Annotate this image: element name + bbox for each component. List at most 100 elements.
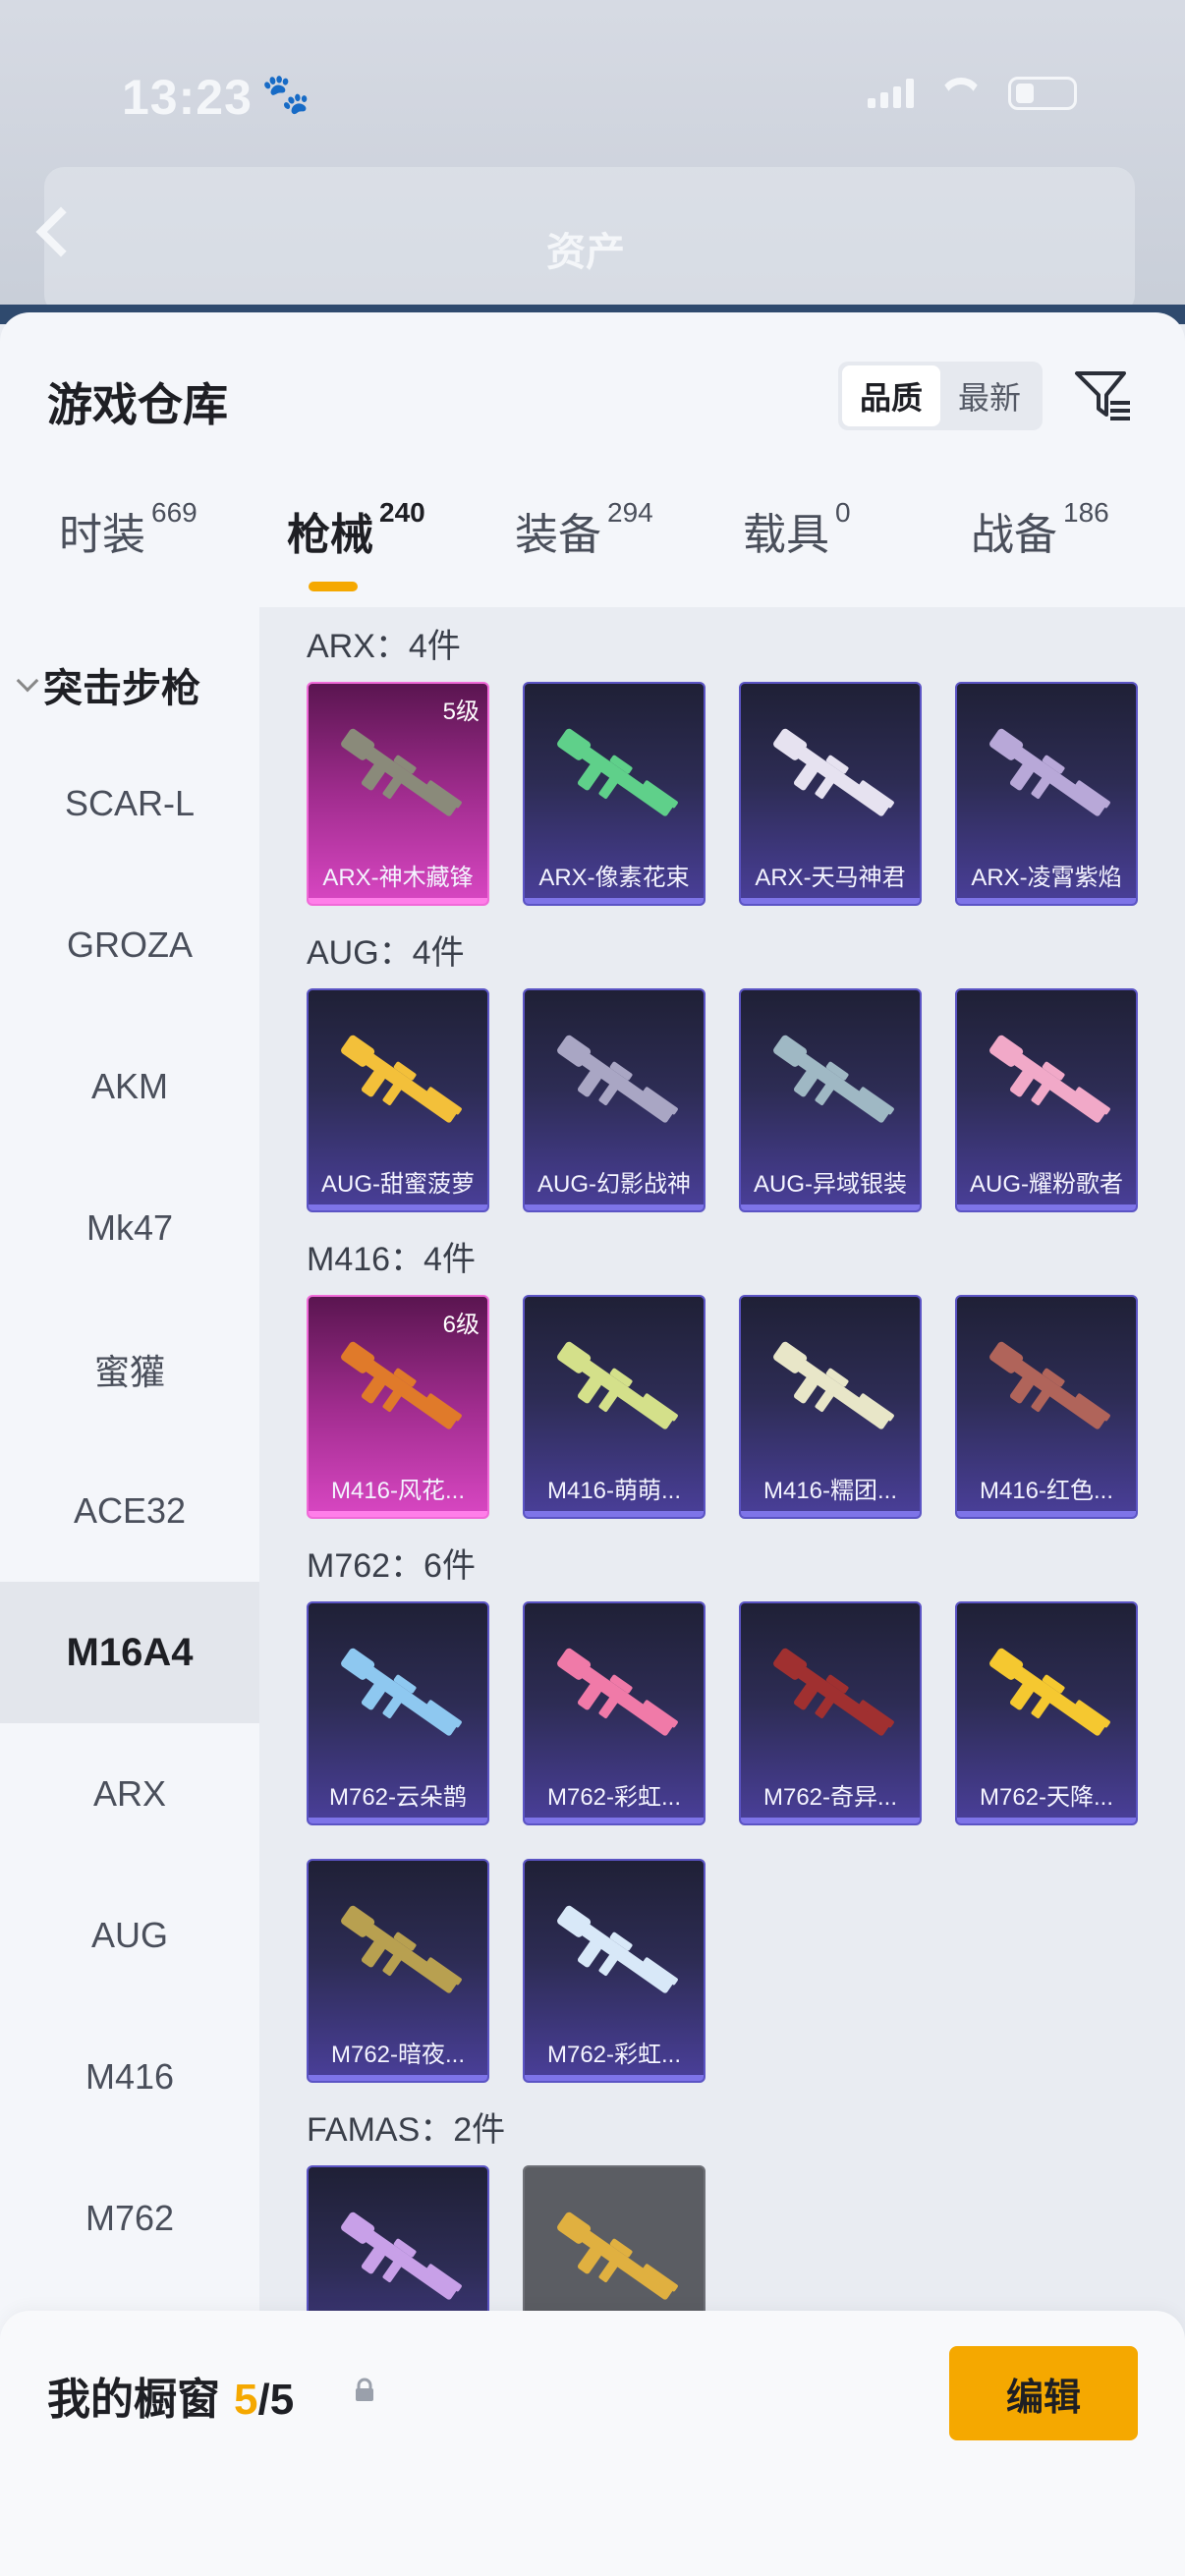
tab-equipment[interactable]: 装备 294 xyxy=(515,497,653,562)
sheet-title: 游戏仓库 xyxy=(47,379,228,430)
sort-quality[interactable]: 品质 xyxy=(842,365,940,426)
showcase-count: 5 xyxy=(234,2376,258,2424)
rifle-icon xyxy=(989,728,1110,816)
chevron-down-icon xyxy=(16,669,39,693)
skin-name: ARX-神木藏锋 xyxy=(322,865,474,891)
sidebar-item[interactable]: GROZA xyxy=(0,874,259,1016)
status-time: 13:23 xyxy=(122,70,253,125)
rifle-icon xyxy=(557,1905,678,1993)
tab-count: 294 xyxy=(607,497,653,528)
tab-count: 0 xyxy=(835,497,851,528)
sort-toggle: 品质 最新 xyxy=(838,362,1043,430)
sidebar-item[interactable]: M416 xyxy=(0,2006,259,2148)
skin-card[interactable]: AUG-幻影战神 xyxy=(523,988,705,1212)
skin-card[interactable]: M762-奇异... xyxy=(739,1601,922,1825)
skin-name: M416-萌萌... xyxy=(546,1478,682,1504)
section-header: FAMAS：2件 xyxy=(307,2111,506,2149)
edit-button[interactable]: 编辑 xyxy=(949,2346,1138,2440)
skin-card[interactable]: M762-彩虹... xyxy=(523,1859,705,2083)
sidebar-item[interactable]: 蜜獾 xyxy=(0,1299,259,1440)
skin-card[interactable]: 6级 M416-风花... xyxy=(307,1295,489,1519)
skin-name: M762-彩虹... xyxy=(546,2042,682,2068)
rifle-icon xyxy=(773,728,894,816)
skin-card[interactable]: M416-糯团... xyxy=(739,1295,922,1519)
skin-card[interactable]: ARX-凌霄紫焰 xyxy=(955,682,1138,906)
sidebar-item[interactable]: ACE32 xyxy=(0,1440,259,1582)
skin-name: M762-天降... xyxy=(979,1784,1114,1811)
tab-label: 装备 xyxy=(515,511,601,559)
tab-tactical[interactable]: 战备 186 xyxy=(971,497,1109,562)
grade-badge: 5级 xyxy=(442,699,480,725)
rifle-icon xyxy=(341,728,462,816)
rifle-icon xyxy=(773,1648,894,1736)
skin-card[interactable]: ARX-天马神君 xyxy=(739,682,922,906)
skin-card[interactable]: ARX-像素花束 xyxy=(523,682,705,906)
rifle-icon xyxy=(557,1341,678,1429)
showcase-title: 我的橱窗 xyxy=(47,2376,220,2424)
skin-name: ARX-像素花束 xyxy=(538,865,690,891)
weapon-grid: ARX：4件 5级 ARX-神木藏锋 ARX-像素花束 ARX-天马神君 ARX-凌霄紫焰… xyxy=(259,607,1185,2576)
sort-newest[interactable]: 最新 xyxy=(940,365,1039,426)
signal-icon xyxy=(868,79,914,108)
sidebar-item[interactable]: AKM xyxy=(0,1016,259,1157)
tab-label: 枪械 xyxy=(287,511,373,559)
skin-card[interactable]: 5级 ARX-神木藏锋 xyxy=(307,682,489,906)
tab-weapons[interactable]: 枪械 240 xyxy=(287,497,425,562)
tab-label: 战备 xyxy=(971,511,1057,559)
warehouse-sheet: 游戏仓库 品质 最新 时装 669 枪械 240 装备 294 载具 0 战备 … xyxy=(0,312,1185,2576)
rifle-icon xyxy=(557,2212,678,2300)
skin-card[interactable]: M416-红色... xyxy=(955,1295,1138,1519)
wifi-icon xyxy=(939,78,983,109)
skin-card[interactable]: M762-天降... xyxy=(955,1601,1138,1825)
skin-card[interactable]: M762-彩虹... xyxy=(523,1601,705,1825)
tab-fashion[interactable]: 时装 669 xyxy=(59,497,198,562)
skin-name: AUG-甜蜜菠萝 xyxy=(321,1171,475,1198)
skin-name: AUG-幻影战神 xyxy=(537,1171,691,1198)
background-title: 资产 xyxy=(546,231,625,274)
rifle-icon xyxy=(557,1648,678,1736)
active-tab-indicator xyxy=(309,582,358,591)
skin-card[interactable]: M762-暗夜... xyxy=(307,1859,489,2083)
skin-card[interactable]: M416-萌萌... xyxy=(523,1295,705,1519)
rifle-icon xyxy=(989,1035,1110,1123)
tab-count: 240 xyxy=(379,497,425,528)
tab-vehicles[interactable]: 载具 0 xyxy=(743,497,851,562)
skin-name: M416-红色... xyxy=(979,1478,1114,1504)
sidebar-item[interactable]: M16A4 xyxy=(0,1582,259,1723)
section-header: M762：6件 xyxy=(307,1547,476,1585)
skin-name: ARX-凌霄紫焰 xyxy=(971,865,1122,891)
rifle-icon xyxy=(341,1648,462,1736)
rifle-icon xyxy=(773,1035,894,1123)
grade-badge: 6级 xyxy=(442,1312,480,1338)
sidebar-group-assault-rifles[interactable]: 突击步枪 xyxy=(16,656,200,713)
sidebar-item[interactable]: M762 xyxy=(0,2148,259,2289)
skin-card[interactable]: AUG-耀粉歌者 xyxy=(955,988,1138,1212)
status-icons xyxy=(868,77,1077,110)
showcase-total: /5 xyxy=(257,2376,295,2424)
tab-label: 载具 xyxy=(743,511,829,559)
skin-name: ARX-天马神君 xyxy=(755,865,906,891)
skin-card[interactable]: M762-云朵鹊 xyxy=(307,1601,489,1825)
sidebar-item[interactable]: AUG xyxy=(0,1865,259,2006)
skin-card[interactable]: AUG-甜蜜菠萝 xyxy=(307,988,489,1212)
skin-name: M416-风花... xyxy=(330,1478,466,1504)
category-tabs: 时装 669 枪械 240 装备 294 载具 0 战备 186 xyxy=(0,497,1185,597)
rifle-icon xyxy=(773,1341,894,1429)
rifle-icon xyxy=(341,1341,462,1429)
skin-name: M762-彩虹... xyxy=(546,1784,682,1811)
sidebar-item[interactable]: ARX xyxy=(0,1723,259,1865)
showcase-bar: 我的橱窗 5 /5 编辑 xyxy=(0,2311,1185,2576)
rifle-icon xyxy=(341,1905,462,1993)
sidebar-item[interactable]: SCAR-L xyxy=(0,733,259,874)
skin-card[interactable]: AUG-异域银装 xyxy=(739,988,922,1212)
rifle-icon xyxy=(341,1035,462,1123)
background-header: 13:23 🐾 资产 xyxy=(0,0,1185,324)
skin-name: AUG-异域银装 xyxy=(754,1171,907,1198)
skin-name: AUG-耀粉歌者 xyxy=(970,1171,1123,1198)
sidebar-item[interactable]: Mk47 xyxy=(0,1157,259,1299)
sidebar-group-label: 突击步枪 xyxy=(43,667,200,710)
filter-icon[interactable] xyxy=(1071,364,1134,426)
section-header: M416：4件 xyxy=(307,1241,476,1278)
skin-name: M762-奇异... xyxy=(762,1784,898,1811)
rifle-icon xyxy=(341,2212,462,2300)
